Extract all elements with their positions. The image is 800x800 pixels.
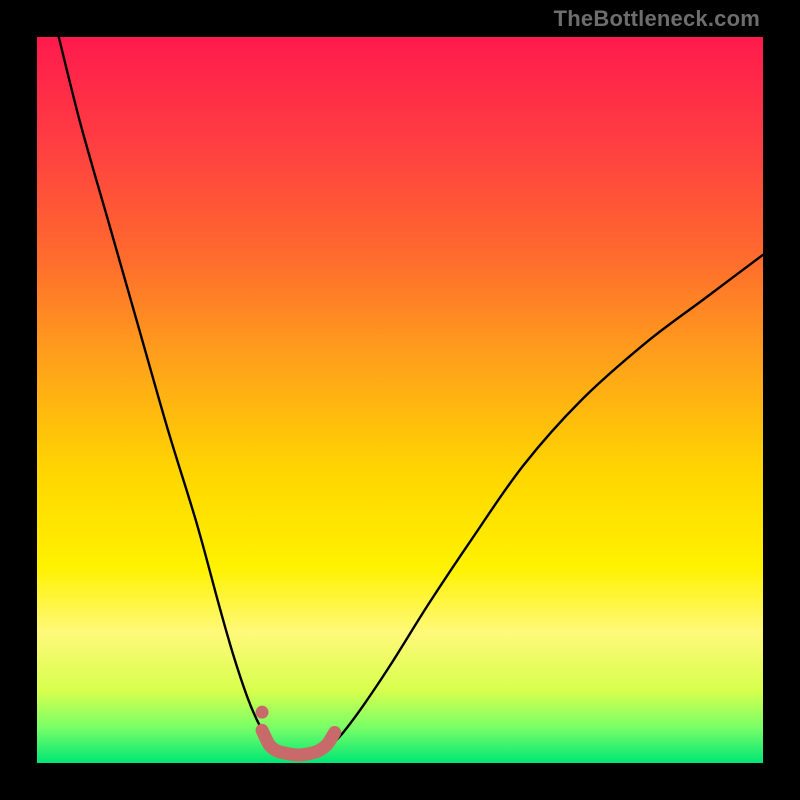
curve-left-branch bbox=[59, 37, 277, 748]
watermark-text: TheBottleneck.com bbox=[554, 6, 760, 32]
plot-area bbox=[37, 37, 763, 763]
curve-bottom-accent bbox=[262, 730, 335, 755]
chart-svg bbox=[37, 37, 763, 763]
curve-right-branch bbox=[327, 255, 763, 749]
accent-dot bbox=[256, 706, 269, 719]
frame: TheBottleneck.com bbox=[0, 0, 800, 800]
